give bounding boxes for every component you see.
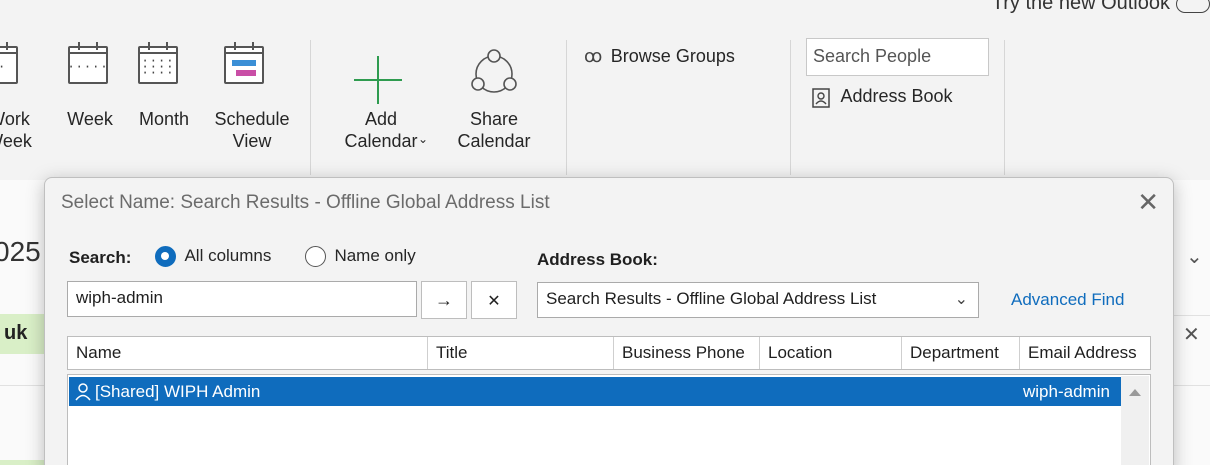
radio-all-columns[interactable]: All columns: [155, 246, 272, 268]
browse-groups-label: Browse Groups: [610, 46, 735, 66]
address-book-icon: [812, 88, 830, 108]
share-icon: [471, 49, 517, 93]
ribbon-separator: [310, 40, 311, 175]
browse-groups-button[interactable]: ꝏ Browse Groups: [584, 46, 774, 74]
search-input[interactable]: wiph-admin: [67, 281, 417, 317]
column-header-name[interactable]: Name: [68, 337, 428, 369]
tab-fragment-bottom: [0, 460, 46, 465]
close-icon[interactable]: ✕: [1183, 322, 1200, 347]
radio-all-columns-label: All columns: [184, 246, 272, 265]
work-week-icon: ··: [0, 42, 18, 84]
go-button[interactable]: →: [421, 281, 467, 319]
month-label: Month: [138, 109, 190, 129]
schedule-view-label: Schedule View: [214, 109, 290, 151]
share-calendar-label: Share Calendar: [457, 109, 531, 151]
week-view-icon: ·····: [67, 42, 108, 84]
tab-fragment-label: uk: [4, 322, 28, 344]
plus-icon: [354, 56, 402, 104]
column-header-email[interactable]: Email Address: [1020, 337, 1150, 369]
ribbon: Try the new Outlook ·· Work Week ····· W…: [0, 0, 1210, 180]
week-label: Week: [67, 109, 113, 129]
vertical-scrollbar[interactable]: [1121, 376, 1149, 465]
address-book-button[interactable]: Address Book: [812, 86, 992, 114]
person-icon: [75, 383, 91, 401]
arrow-right-icon: →: [435, 290, 453, 310]
share-calendar-button[interactable]: Share Calendar: [438, 46, 550, 166]
try-new-outlook-toggle[interactable]: Try the new Outlook: [992, 0, 1210, 15]
ribbon-separator: [1004, 40, 1005, 175]
address-book-label: Address Book:: [537, 250, 658, 269]
select-name-dialog: Select Name: Search Results - Offline Gl…: [44, 177, 1174, 465]
clear-icon: ✕: [487, 293, 501, 310]
table-row[interactable]: [Shared] WIPH Admin wiph-admin: [69, 377, 1121, 406]
scroll-up-icon[interactable]: [1129, 389, 1141, 396]
radio-name-only-label: Name only: [334, 246, 416, 265]
tab-fragment: uk: [0, 314, 46, 354]
search-people-placeholder: Search People: [813, 46, 932, 66]
toggle-icon: [1176, 0, 1210, 13]
row-name: [Shared] WIPH Admin: [95, 382, 261, 401]
column-header-business-phone[interactable]: Business Phone: [614, 337, 760, 369]
groups-icon: ꝏ: [584, 46, 603, 66]
radio-selected-icon: [155, 246, 176, 268]
address-book-select[interactable]: Search Results - Offline Global Address …: [537, 282, 979, 318]
results-table-body: [Shared] WIPH Admin wiph-admin: [67, 374, 1151, 465]
chevron-down-icon: ⌄: [418, 132, 429, 146]
search-people-input[interactable]: Search People: [806, 38, 989, 76]
search-label: Search:: [69, 248, 132, 267]
results-table-header: Name Title Business Phone Location Depar…: [67, 336, 1151, 370]
work-week-label: Work Week: [0, 109, 32, 151]
schedule-view-button[interactable]: Schedule View: [202, 42, 296, 166]
radio-unselected-icon: [305, 246, 326, 268]
month-view-icon: ···· ···· ····: [138, 42, 178, 84]
month-view-button[interactable]: ···· ···· ···· Month: [128, 42, 200, 156]
address-book-label: Address Book: [840, 86, 953, 106]
search-input-value: wiph-admin: [76, 288, 163, 307]
radio-name-only[interactable]: Name only: [305, 246, 416, 268]
week-view-button[interactable]: ····· Week: [58, 42, 122, 156]
schedule-view-icon: [224, 42, 264, 84]
column-header-location[interactable]: Location: [760, 337, 902, 369]
column-header-department[interactable]: Department: [902, 337, 1020, 369]
ribbon-separator: [790, 40, 791, 175]
clear-search-button[interactable]: ✕: [471, 281, 517, 319]
column-header-title[interactable]: Title: [428, 337, 614, 369]
dialog-title: Select Name: Search Results - Offline Gl…: [61, 192, 550, 213]
try-new-outlook-label: Try the new Outlook: [991, 0, 1170, 14]
chevron-down-icon: ⌄: [954, 291, 968, 308]
advanced-find-link[interactable]: Advanced Find: [1011, 290, 1124, 310]
add-calendar-button[interactable]: Add Calendar ⌄: [326, 46, 436, 166]
work-week-button[interactable]: ·· Work Week: [0, 42, 40, 156]
close-icon[interactable]: ✕: [1137, 187, 1159, 217]
ribbon-separator: [566, 40, 567, 175]
date-header-fragment: 025: [0, 236, 41, 267]
row-email: wiph-admin: [1023, 382, 1110, 401]
expand-chevron-icon[interactable]: ⌄: [1186, 244, 1203, 269]
address-book-select-value: Search Results - Offline Global Address …: [546, 289, 877, 308]
